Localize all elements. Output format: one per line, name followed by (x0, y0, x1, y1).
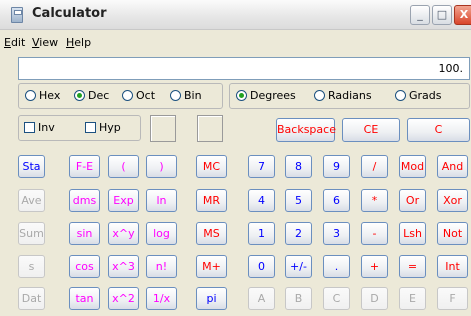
ms-button[interactable]: MS (196, 222, 227, 245)
sin-button[interactable]: sin (69, 222, 100, 245)
not-button[interactable]: Not (437, 222, 468, 245)
c-button[interactable]: C (407, 118, 470, 142)
xor-button[interactable]: Xor (437, 189, 468, 212)
radio-degrees-circle (236, 90, 247, 101)
ln-button[interactable]: ln (146, 189, 177, 212)
and-button[interactable]: And (437, 155, 468, 178)
mc-button[interactable]: MC (196, 155, 227, 178)
key-3[interactable]: 3 (323, 222, 350, 245)
cos-button[interactable]: cos (69, 255, 100, 278)
x-squared-button[interactable]: x^2 (108, 287, 139, 310)
divide-button[interactable]: / (361, 155, 388, 178)
sum-button[interactable]: Sum (18, 222, 45, 245)
mod-button[interactable]: Mod (399, 155, 426, 178)
maximize-button[interactable]: □ (432, 5, 452, 25)
backspace-button[interactable]: Backspace (276, 118, 336, 142)
tan-button[interactable]: tan (69, 287, 100, 310)
key-4[interactable]: 4 (248, 189, 275, 212)
menu-edit[interactable]: Edit (4, 36, 25, 49)
menu-help[interactable]: Help (66, 36, 91, 49)
factorial-button[interactable]: n! (146, 255, 177, 278)
or-button[interactable]: Or (399, 189, 426, 212)
calculator-app-icon (11, 7, 23, 23)
lsh-button[interactable]: Lsh (399, 222, 426, 245)
reciprocal-button[interactable]: 1/x (146, 287, 177, 310)
parenthesis-indicator (150, 115, 176, 142)
mr-button[interactable]: MR (196, 189, 227, 212)
dms-button[interactable]: dms (69, 189, 100, 212)
inv-checkbox[interactable] (24, 122, 35, 133)
hex-e-button[interactable]: E (399, 287, 426, 310)
hex-b-button[interactable]: B (285, 287, 312, 310)
decimal-point-button[interactable]: . (323, 255, 350, 278)
s-button[interactable]: s (18, 255, 45, 278)
menu-bar: Edit View Help (0, 32, 471, 52)
radio-bin-circle (170, 90, 181, 101)
memory-indicator (197, 115, 223, 142)
key-7[interactable]: 7 (248, 155, 275, 178)
inv-label: Inv (38, 121, 55, 134)
menu-view[interactable]: View (32, 36, 58, 49)
hyp-checkbox[interactable] (85, 122, 96, 133)
close-button[interactable]: X (454, 5, 471, 25)
inv-hyp-group: Inv Hyp (18, 115, 141, 141)
multiply-button[interactable]: * (361, 189, 388, 212)
pi-button[interactable]: pi (196, 287, 227, 310)
log-button[interactable]: log (146, 222, 177, 245)
close-icon: X (459, 8, 469, 21)
radio-oct-circle (122, 90, 133, 101)
key-6[interactable]: 6 (323, 189, 350, 212)
hex-d-button[interactable]: D (361, 287, 388, 310)
hex-f-button[interactable]: F (437, 287, 468, 310)
fe-button[interactable]: F-E (69, 155, 100, 178)
dat-button[interactable]: Dat (18, 287, 45, 310)
radio-dec-circle (74, 90, 85, 101)
m-plus-button[interactable]: M+ (196, 255, 227, 278)
maximize-icon: □ (436, 8, 448, 21)
add-button[interactable]: + (361, 255, 388, 278)
minimize-icon: _ (417, 8, 423, 21)
calculator-display[interactable]: 100. (18, 57, 470, 80)
subtract-button[interactable]: - (361, 222, 388, 245)
equals-button[interactable]: = (399, 255, 426, 278)
hex-a-button[interactable]: A (248, 287, 275, 310)
window-title: Calculator (32, 6, 107, 21)
radio-radians-circle (314, 90, 325, 101)
minimize-button[interactable]: _ (410, 5, 430, 25)
key-8[interactable]: 8 (285, 155, 312, 178)
close-paren-button[interactable]: ) (146, 155, 177, 178)
int-button[interactable]: Int (437, 255, 468, 278)
x-pow-y-button[interactable]: x^y (108, 222, 139, 245)
key-2[interactable]: 2 (285, 222, 312, 245)
key-1[interactable]: 1 (248, 222, 275, 245)
radio-hex-circle (25, 90, 36, 101)
ave-button[interactable]: Ave (18, 189, 45, 212)
sta-button[interactable]: Sta (18, 155, 45, 178)
key-0[interactable]: 0 (248, 255, 275, 278)
hex-c-button[interactable]: C (323, 287, 350, 310)
open-paren-button[interactable]: ( (108, 155, 139, 178)
radio-grads-circle (395, 90, 406, 101)
key-5[interactable]: 5 (285, 189, 312, 212)
x-cubed-button[interactable]: x^3 (108, 255, 139, 278)
ce-button[interactable]: CE (342, 118, 400, 142)
sign-toggle-button[interactable]: +/- (285, 255, 312, 278)
exp-button[interactable]: Exp (108, 189, 139, 212)
key-9[interactable]: 9 (323, 155, 350, 178)
hyp-label: Hyp (99, 121, 121, 134)
